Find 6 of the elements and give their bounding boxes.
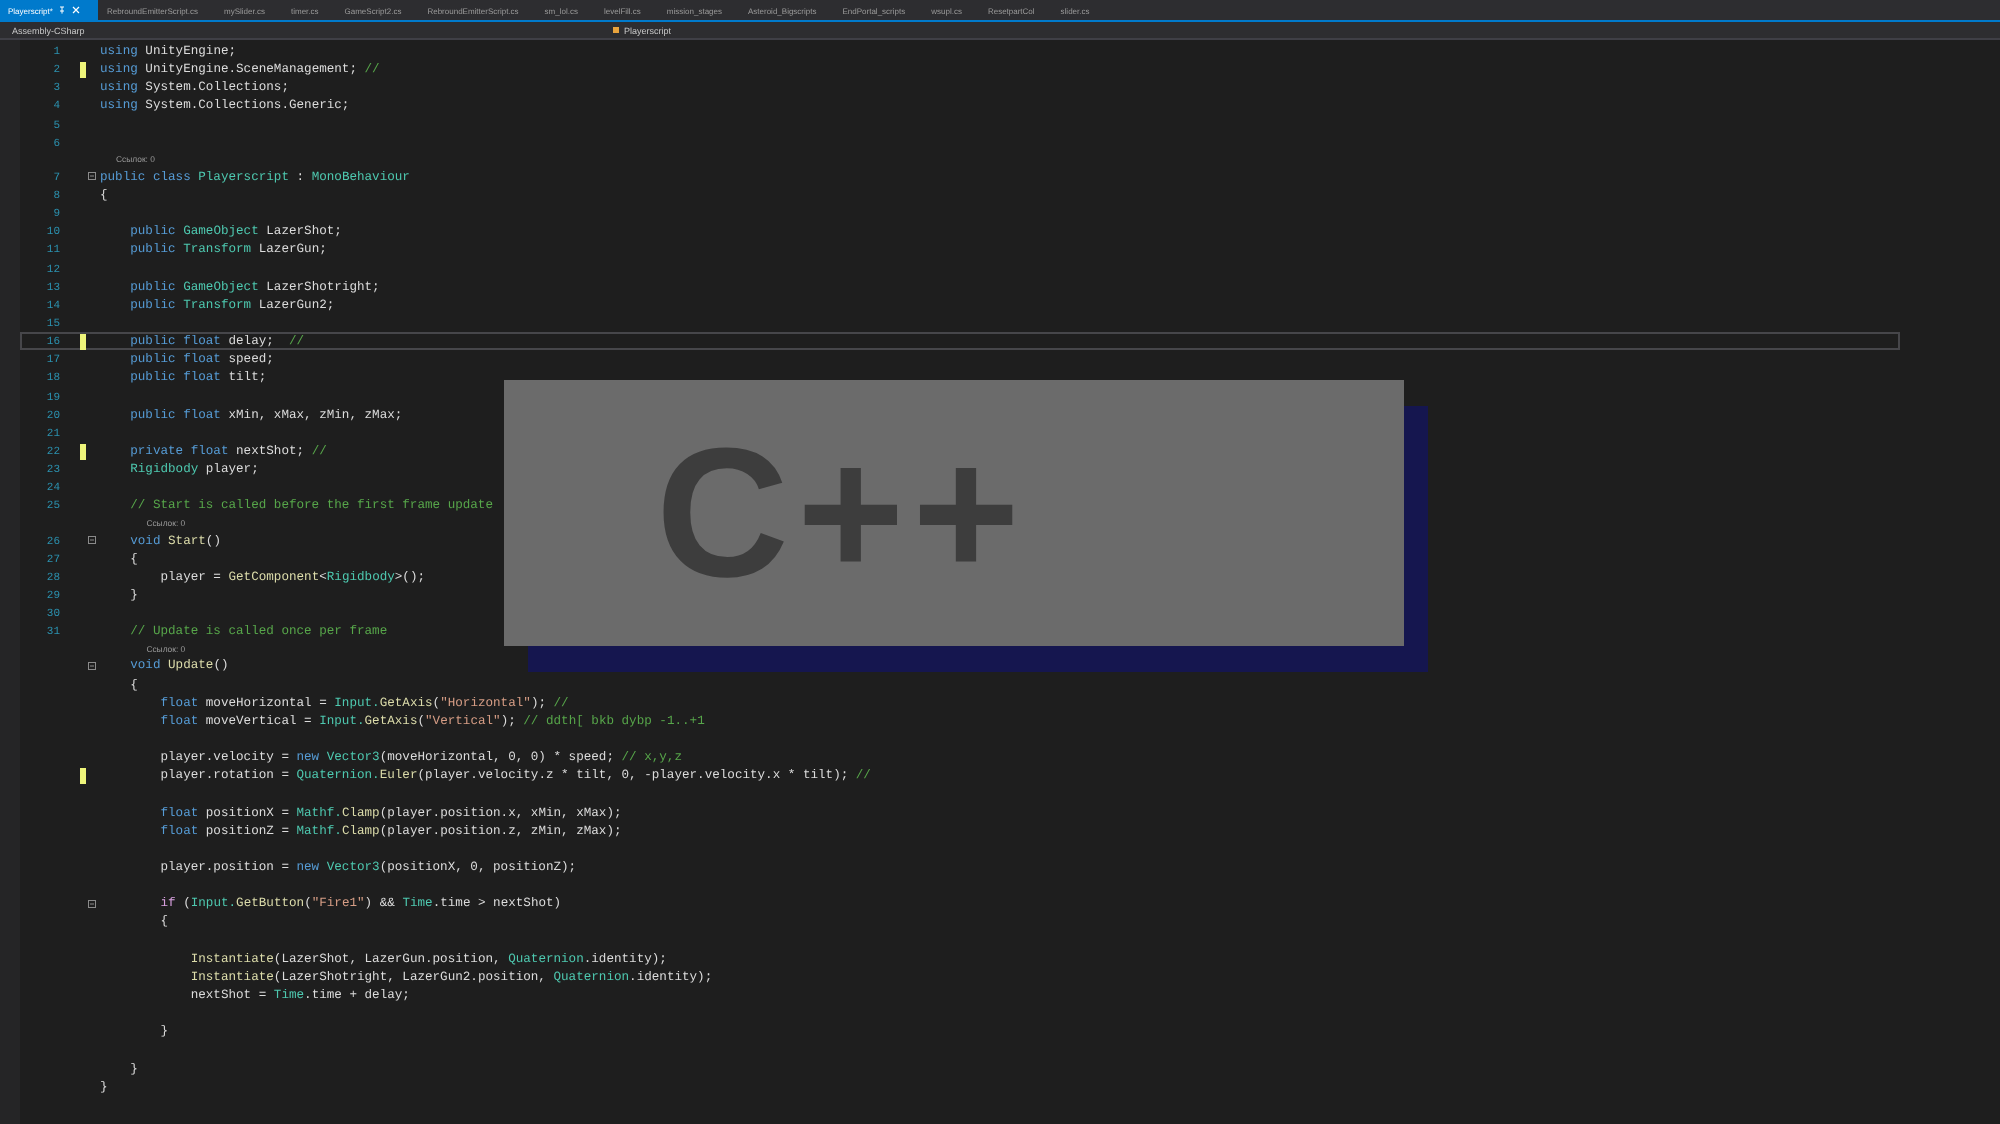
class-icon bbox=[612, 26, 620, 34]
collapse-icon[interactable] bbox=[88, 661, 96, 670]
collapse-icon[interactable] bbox=[88, 172, 96, 181]
collapse-icon[interactable] bbox=[88, 536, 96, 545]
collapse-icon[interactable] bbox=[88, 899, 96, 908]
close-icon[interactable] bbox=[72, 6, 81, 14]
